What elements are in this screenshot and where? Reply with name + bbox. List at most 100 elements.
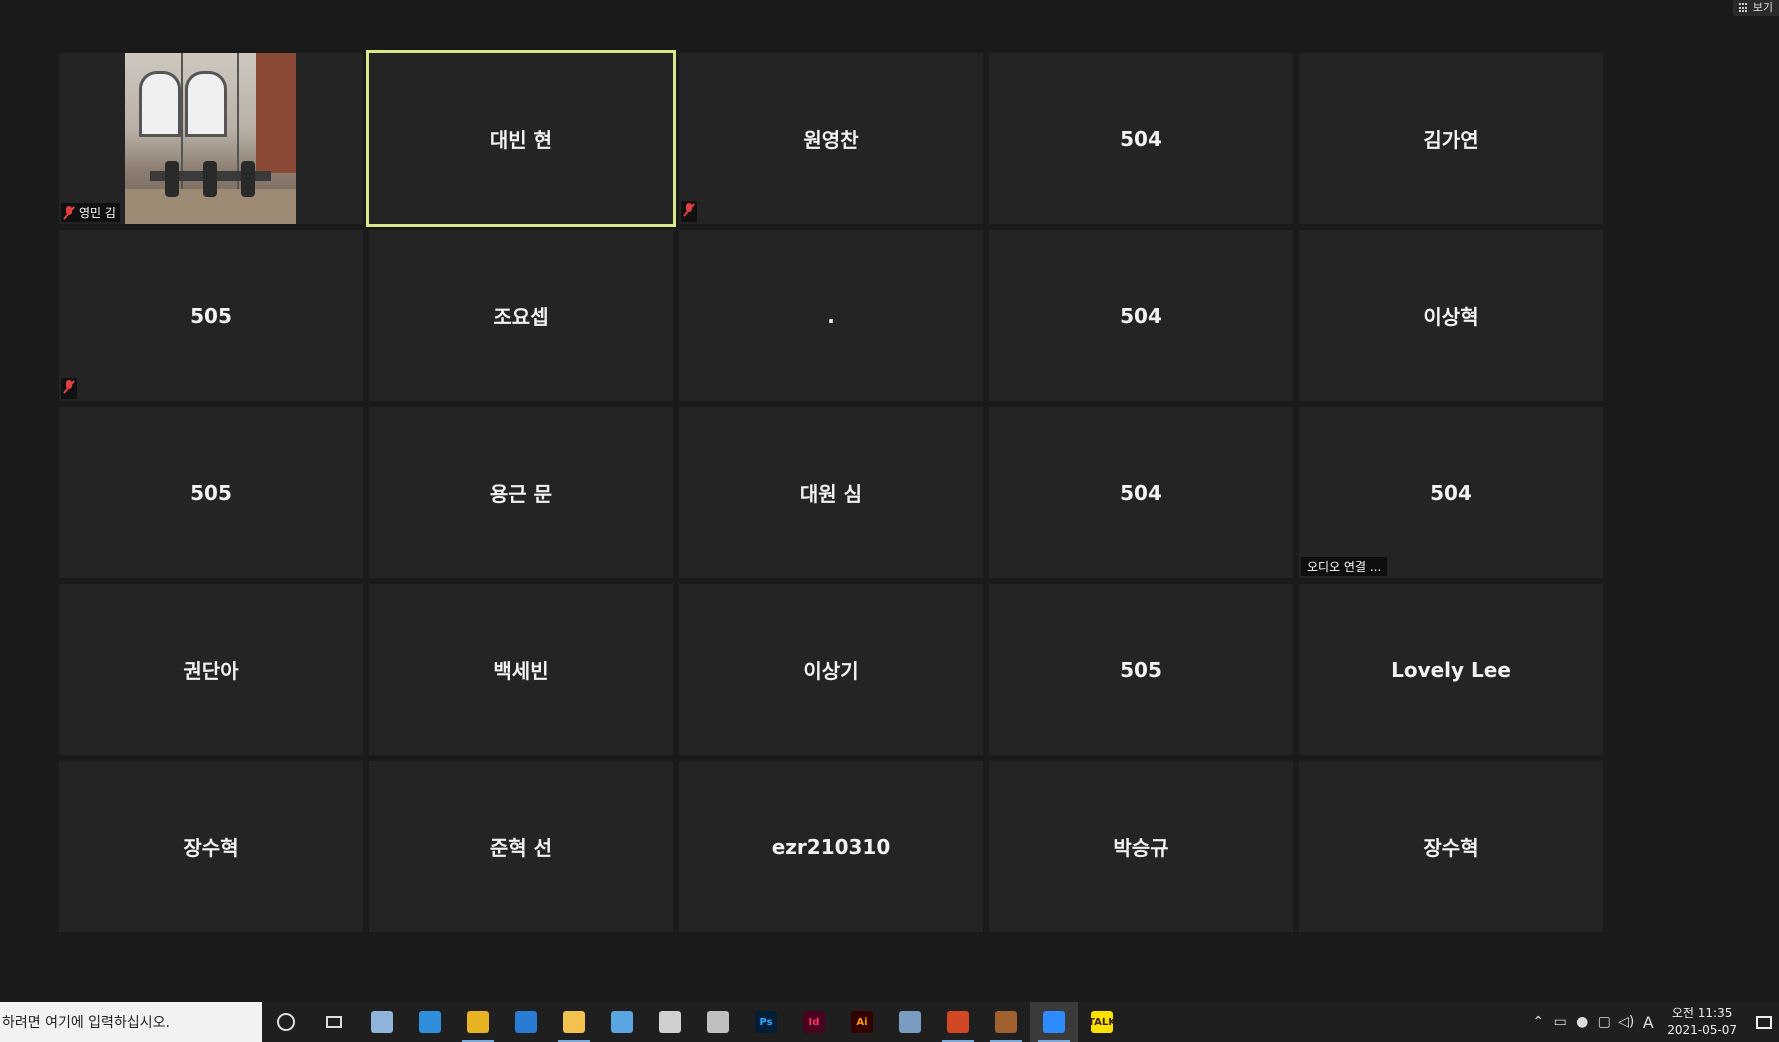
- chrome-icon[interactable]: [454, 1002, 502, 1042]
- notepad-icon[interactable]: [358, 1002, 406, 1042]
- paint3d-glyph: [707, 1011, 729, 1033]
- powerpoint-glyph: [947, 1011, 969, 1033]
- participant-name: 504: [1120, 303, 1162, 328]
- participant-name-tag: 영민 김: [61, 203, 120, 222]
- photoshop-icon[interactable]: Ps: [742, 1002, 790, 1042]
- participant-tile[interactable]: 백세빈: [369, 584, 673, 755]
- task-view-glyph: [326, 1016, 342, 1028]
- participant-name: 대빈 현: [489, 128, 553, 152]
- cortana-icon[interactable]: [262, 1002, 310, 1042]
- powerpoint-icon[interactable]: [934, 1002, 982, 1042]
- participant-tile[interactable]: 504 오디오 연결 ...: [1299, 407, 1603, 578]
- notification-center-icon[interactable]: [1749, 1007, 1779, 1037]
- participant-name: 대원 심: [799, 482, 863, 506]
- game-icon[interactable]: [982, 1002, 1030, 1042]
- participant-name: .: [827, 303, 835, 328]
- participant-name: 505: [190, 480, 232, 505]
- participant-tile[interactable]: 이상기: [679, 584, 983, 755]
- participant-name: 장수혁: [183, 836, 239, 860]
- microphone-icon[interactable]: ●: [1571, 1014, 1593, 1030]
- zoom-icon[interactable]: [1030, 1002, 1078, 1042]
- participant-name: 이상기: [803, 659, 859, 683]
- chevron-up-icon[interactable]: ⌃: [1527, 1014, 1549, 1030]
- participant-tile[interactable]: 원영찬: [679, 53, 983, 224]
- edge-icon[interactable]: [406, 1002, 454, 1042]
- mail-glyph: [611, 1011, 633, 1033]
- cortana-glyph: [277, 1013, 295, 1031]
- illustrator-glyph: Ai: [851, 1011, 873, 1033]
- taskbar-clock[interactable]: 오전 11:35 2021-05-07: [1659, 1005, 1749, 1039]
- photoshop-glyph: Ps: [755, 1011, 777, 1033]
- participant-name: 이상혁: [1423, 305, 1479, 329]
- participant-name: 박승규: [1113, 836, 1169, 860]
- participant-tile[interactable]: 대원 심: [679, 407, 983, 578]
- participant-tag-label: 영민 김: [79, 206, 116, 220]
- participant-tile[interactable]: 504: [989, 53, 1293, 224]
- participant-name: 용근 문: [489, 482, 553, 506]
- participant-tile[interactable]: 영민 김: [59, 53, 363, 224]
- mute-indicator: [61, 378, 77, 399]
- participant-name: 장수혁: [1423, 836, 1479, 860]
- system-tray: ⌃ ▭ ● ▢ ◁) A 오전 11:35 2021-05-07: [1527, 1002, 1779, 1042]
- chrome-glyph: [467, 1011, 489, 1033]
- participant-tile[interactable]: 장수혁: [59, 761, 363, 932]
- participant-name: 준혁 선: [489, 836, 553, 860]
- participant-name: Lovely Lee: [1391, 657, 1511, 682]
- participant-tile[interactable]: 505: [989, 584, 1293, 755]
- participant-tile[interactable]: 김가연: [1299, 53, 1603, 224]
- windows-taskbar: 하려면 여기에 입력하십시오. Ps Id Ai TALK ⌃ ▭ ● ▢ ◁) A …: [0, 1002, 1779, 1042]
- participant-name: 504: [1430, 480, 1472, 505]
- participant-name: 504: [1120, 480, 1162, 505]
- game-glyph: [995, 1011, 1017, 1033]
- participant-name: 권단아: [183, 659, 239, 683]
- participant-tile[interactable]: 박승규: [989, 761, 1293, 932]
- participant-tile[interactable]: ezr210310: [679, 761, 983, 932]
- view-button[interactable]: 보기: [1732, 0, 1779, 16]
- ime-indicator[interactable]: A: [1637, 1013, 1659, 1032]
- kakaotalk-glyph: TALK: [1088, 1011, 1116, 1033]
- mail-icon[interactable]: [598, 1002, 646, 1042]
- participant-tile[interactable]: 대빈 현: [366, 50, 676, 227]
- participant-tile[interactable]: 준혁 선: [369, 761, 673, 932]
- clock-date: 2021-05-07: [1667, 1023, 1737, 1037]
- participant-tile[interactable]: 용근 문: [369, 407, 673, 578]
- volume-icon[interactable]: ◁): [1615, 1014, 1637, 1030]
- participant-tile[interactable]: .: [679, 230, 983, 401]
- participant-tile[interactable]: 504: [989, 230, 1293, 401]
- participant-tile[interactable]: 이상혁: [1299, 230, 1603, 401]
- paint-icon[interactable]: [646, 1002, 694, 1042]
- notepad-glyph: [371, 1011, 393, 1033]
- network-icon[interactable]: ▢: [1593, 1014, 1615, 1030]
- meet-now-icon[interactable]: ▭: [1549, 1014, 1571, 1030]
- participant-name: ezr210310: [771, 834, 891, 859]
- muted-microphone-icon: [63, 380, 75, 394]
- edge-glyph: [419, 1011, 441, 1033]
- participant-name: 505: [190, 303, 232, 328]
- participant-tile[interactable]: 505: [59, 407, 363, 578]
- participant-tile[interactable]: Lovely Lee: [1299, 584, 1603, 755]
- paint3d-icon[interactable]: [694, 1002, 742, 1042]
- indesign-icon[interactable]: Id: [790, 1002, 838, 1042]
- taskbar-search-box[interactable]: 하려면 여기에 입력하십시오.: [0, 1002, 262, 1042]
- zoom-glyph: [1043, 1011, 1065, 1033]
- participant-tile[interactable]: 권단아: [59, 584, 363, 755]
- paint-glyph: [659, 1011, 681, 1033]
- participant-tile[interactable]: 조요셉: [369, 230, 673, 401]
- participant-video: [125, 53, 296, 224]
- participant-tile[interactable]: 505: [59, 230, 363, 401]
- participant-tile[interactable]: 장수혁: [1299, 761, 1603, 932]
- clock-time: 오전 11:35: [1671, 1006, 1733, 1020]
- task-view-icon[interactable]: [310, 1002, 358, 1042]
- calculator-icon[interactable]: [886, 1002, 934, 1042]
- participant-tile[interactable]: 504: [989, 407, 1293, 578]
- ie-icon[interactable]: [502, 1002, 550, 1042]
- participant-name: 백세빈: [493, 659, 549, 683]
- file-explorer-icon[interactable]: [550, 1002, 598, 1042]
- grid-view-icon: [1738, 3, 1749, 13]
- participant-gallery: 영민 김 대빈 현 원영찬 504 김가연 505 조요셉. 504 이상혁 505 용근 문 대원 …: [59, 50, 1603, 932]
- muted-microphone-icon: [683, 203, 695, 217]
- mute-indicator: [681, 201, 697, 222]
- kakaotalk-icon[interactable]: TALK: [1078, 1002, 1126, 1042]
- illustrator-icon[interactable]: Ai: [838, 1002, 886, 1042]
- participant-name: 505: [1120, 657, 1162, 682]
